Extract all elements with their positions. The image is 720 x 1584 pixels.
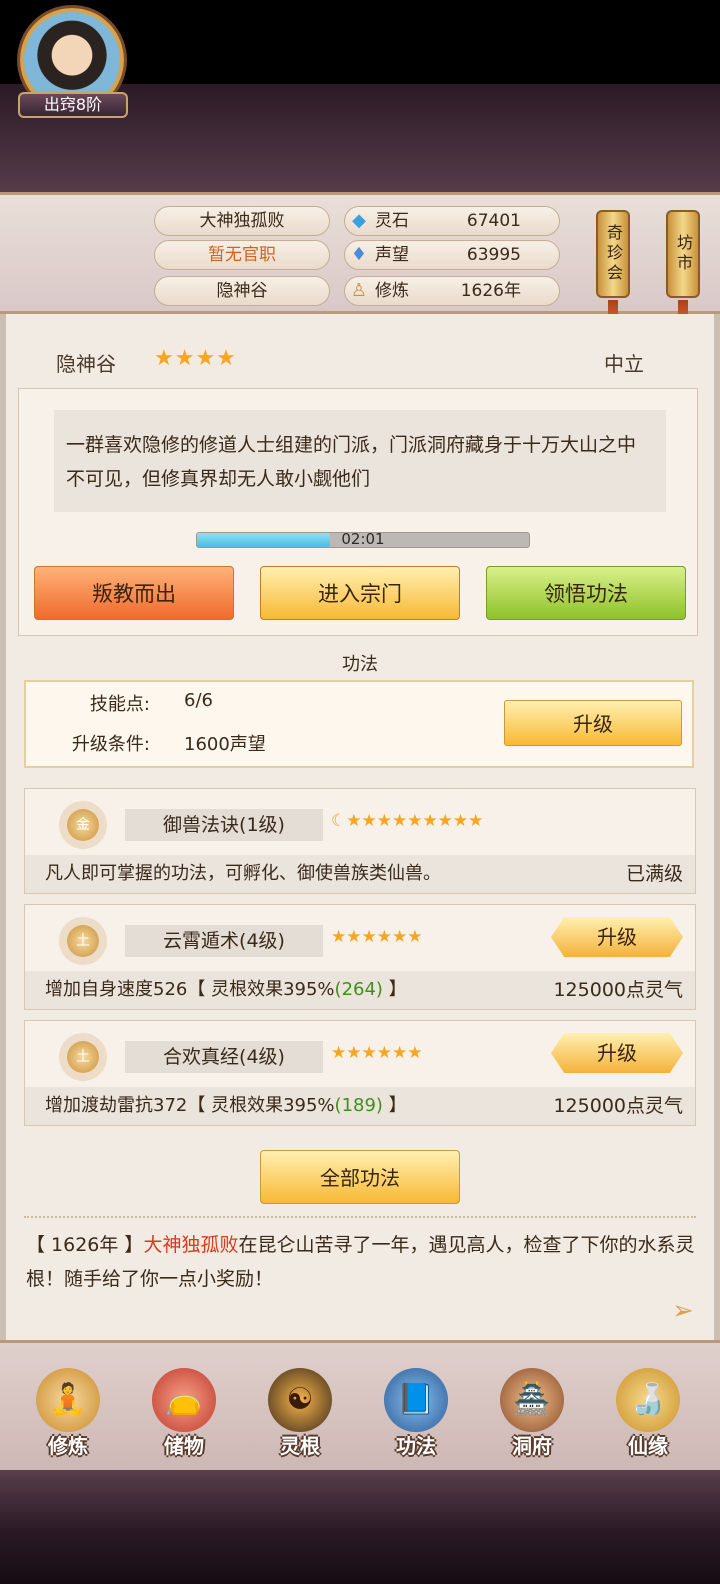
- skill-stars: ★★★★★★: [331, 1043, 423, 1063]
- sect-description: 一群喜欢隐修的修道人士组建的门派，门派洞府藏身于十万大山之中不可见，但修真界却无…: [54, 410, 666, 512]
- nav-label: 功法: [396, 1434, 436, 1458]
- enter-sect-button[interactable]: 进入宗门: [260, 566, 460, 620]
- resource-spirit-stone: ◆ 灵石 67401: [344, 206, 560, 236]
- nav-item-spirit-root[interactable]: ☯ 灵根: [250, 1368, 350, 1468]
- skill-card: 土 云霄遁术(4级) ★★★★★★ 升级 增加自身速度526【 灵根效果395%…: [24, 904, 696, 1010]
- resource-label: 声望: [375, 245, 409, 265]
- skill-upgrade-button[interactable]: 升级: [551, 1033, 683, 1073]
- resource-cultivation: ♙ 修炼 1626年: [344, 276, 560, 306]
- nav-label: 仙缘: [628, 1434, 668, 1458]
- skill-status: 已满级: [625, 863, 683, 885]
- sect-name: 隐神谷: [56, 352, 116, 376]
- nav-label: 储物: [164, 1434, 204, 1458]
- resource-prestige: ♦ 声望 63995: [344, 240, 560, 270]
- upgrade-skill-points-button[interactable]: 升级: [504, 700, 682, 746]
- skill-effect-suffix: 】: [382, 1095, 407, 1116]
- skill-effect: 增加自身速度526【 灵根效果395%(264) 】 125000点灵气: [25, 971, 695, 1009]
- comprehend-button[interactable]: 领悟功法: [486, 566, 686, 620]
- rank-tag: 出窍8阶: [18, 92, 128, 118]
- timer-bar: 02:01: [196, 530, 530, 548]
- skill-card: 土 合欢真经(4级) ★★★★★★ 升级 增加渡劫雷抗372【 灵根效果395%…: [24, 1020, 696, 1126]
- nav-item-cultivate[interactable]: 🧘 修炼: [18, 1368, 118, 1468]
- skill-cost: 125000点灵气: [553, 1095, 683, 1117]
- cultivation-icon: ♙: [350, 280, 368, 301]
- upgrade-condition-label: 升级条件:: [71, 734, 150, 755]
- skill-effect-suffix: 】: [382, 979, 407, 1000]
- cultivate-icon: 🧘: [36, 1368, 100, 1432]
- book-icon: 📘: [384, 1368, 448, 1432]
- resource-value: 1626年: [460, 281, 521, 301]
- nav-label: 修炼: [48, 1434, 88, 1458]
- storage-bag-icon: 👝: [152, 1368, 216, 1432]
- gourd-icon: 🍶: [616, 1368, 680, 1432]
- all-gongfa-button[interactable]: 全部功法: [260, 1150, 460, 1204]
- spirit-root-icon: ☯: [268, 1368, 332, 1432]
- nav-item-gongfa[interactable]: 📘 功法: [366, 1368, 466, 1468]
- skill-name: 云霄遁术(4级): [125, 925, 323, 957]
- skill-points-label: 技能点:: [89, 694, 150, 715]
- element-badge: 金: [67, 809, 99, 841]
- event-log: 【 1626年 】大神独孤败在昆仑山苦寻了一年，遇见高人，检查了下你的水系灵根！…: [26, 1228, 696, 1296]
- divider: [24, 1216, 696, 1218]
- nav-label: 洞府: [512, 1434, 552, 1458]
- official-post: 暂无官职: [154, 240, 330, 270]
- skill-name: 合欢真经(4级): [125, 1041, 323, 1073]
- resource-label: 修炼: [375, 281, 409, 301]
- skill-cost: 125000点灵气: [553, 979, 683, 1001]
- element-badge: 土: [67, 1041, 99, 1073]
- element-badge: 土: [67, 925, 99, 957]
- log-player-name: 大神独孤败: [143, 1234, 239, 1256]
- skill-effect-text: 增加渡劫雷抗372【 灵根效果395%: [45, 1095, 335, 1116]
- treasure-fair-button[interactable]: 奇珍会: [596, 210, 630, 298]
- bottom-background: [0, 1470, 720, 1584]
- cave-house-icon: 🏯: [500, 1368, 564, 1432]
- skill-name: 御兽法诀(1级): [125, 809, 323, 841]
- player-name: 大神独孤败: [154, 206, 330, 236]
- skill-effect: 凡人即可掌握的功法，可孵化、御使兽族类仙兽。 已满级: [25, 855, 695, 893]
- skill-effect: 增加渡劫雷抗372【 灵根效果395%(189) 】 125000点灵气: [25, 1087, 695, 1125]
- upgrade-condition-value: 1600声望: [184, 734, 266, 755]
- nav-item-cave[interactable]: 🏯 洞府: [482, 1368, 582, 1468]
- gongfa-section-title: 功法: [342, 654, 378, 675]
- skill-card: 金 御兽法诀(1级) ☾★★★★★★★★★ 凡人即可掌握的功法，可孵化、御使兽族…: [24, 788, 696, 894]
- skill-effect-text: 增加自身速度526【 灵根效果395%: [45, 979, 335, 1000]
- skill-stars: ☾★★★★★★★★★: [331, 811, 484, 831]
- prestige-icon: ♦: [350, 244, 368, 265]
- skill-effect-bonus: (189): [334, 1095, 383, 1116]
- resource-value: 67401: [466, 211, 521, 231]
- skill-stars: ★★★★★★: [331, 927, 423, 947]
- skill-points-value: 6/6: [184, 690, 213, 711]
- nav-item-fortune[interactable]: 🍶 仙缘: [598, 1368, 698, 1468]
- nav-item-storage[interactable]: 👝 储物: [134, 1368, 234, 1468]
- timer-text: 02:01: [341, 530, 385, 548]
- skill-effect-bonus: (264): [334, 979, 383, 1000]
- player-sect: 隐神谷: [154, 276, 330, 306]
- sect-alignment: 中立: [604, 352, 644, 376]
- skill-upgrade-button[interactable]: 升级: [551, 917, 683, 957]
- log-year: 【 1626年 】: [26, 1234, 144, 1256]
- spirit-stone-icon: ◆: [352, 210, 366, 231]
- next-arrow-icon[interactable]: ➢: [672, 1296, 694, 1326]
- sect-stars: ★★★★: [154, 346, 237, 371]
- skill-effect-text: 凡人即可掌握的功法，可孵化、御使兽族类仙兽。: [45, 863, 441, 884]
- betray-button[interactable]: 叛教而出: [34, 566, 234, 620]
- market-button[interactable]: 坊市: [666, 210, 700, 298]
- resource-value: 63995: [466, 245, 521, 265]
- nav-label: 灵根: [280, 1434, 320, 1458]
- resource-label: 灵石: [375, 211, 409, 231]
